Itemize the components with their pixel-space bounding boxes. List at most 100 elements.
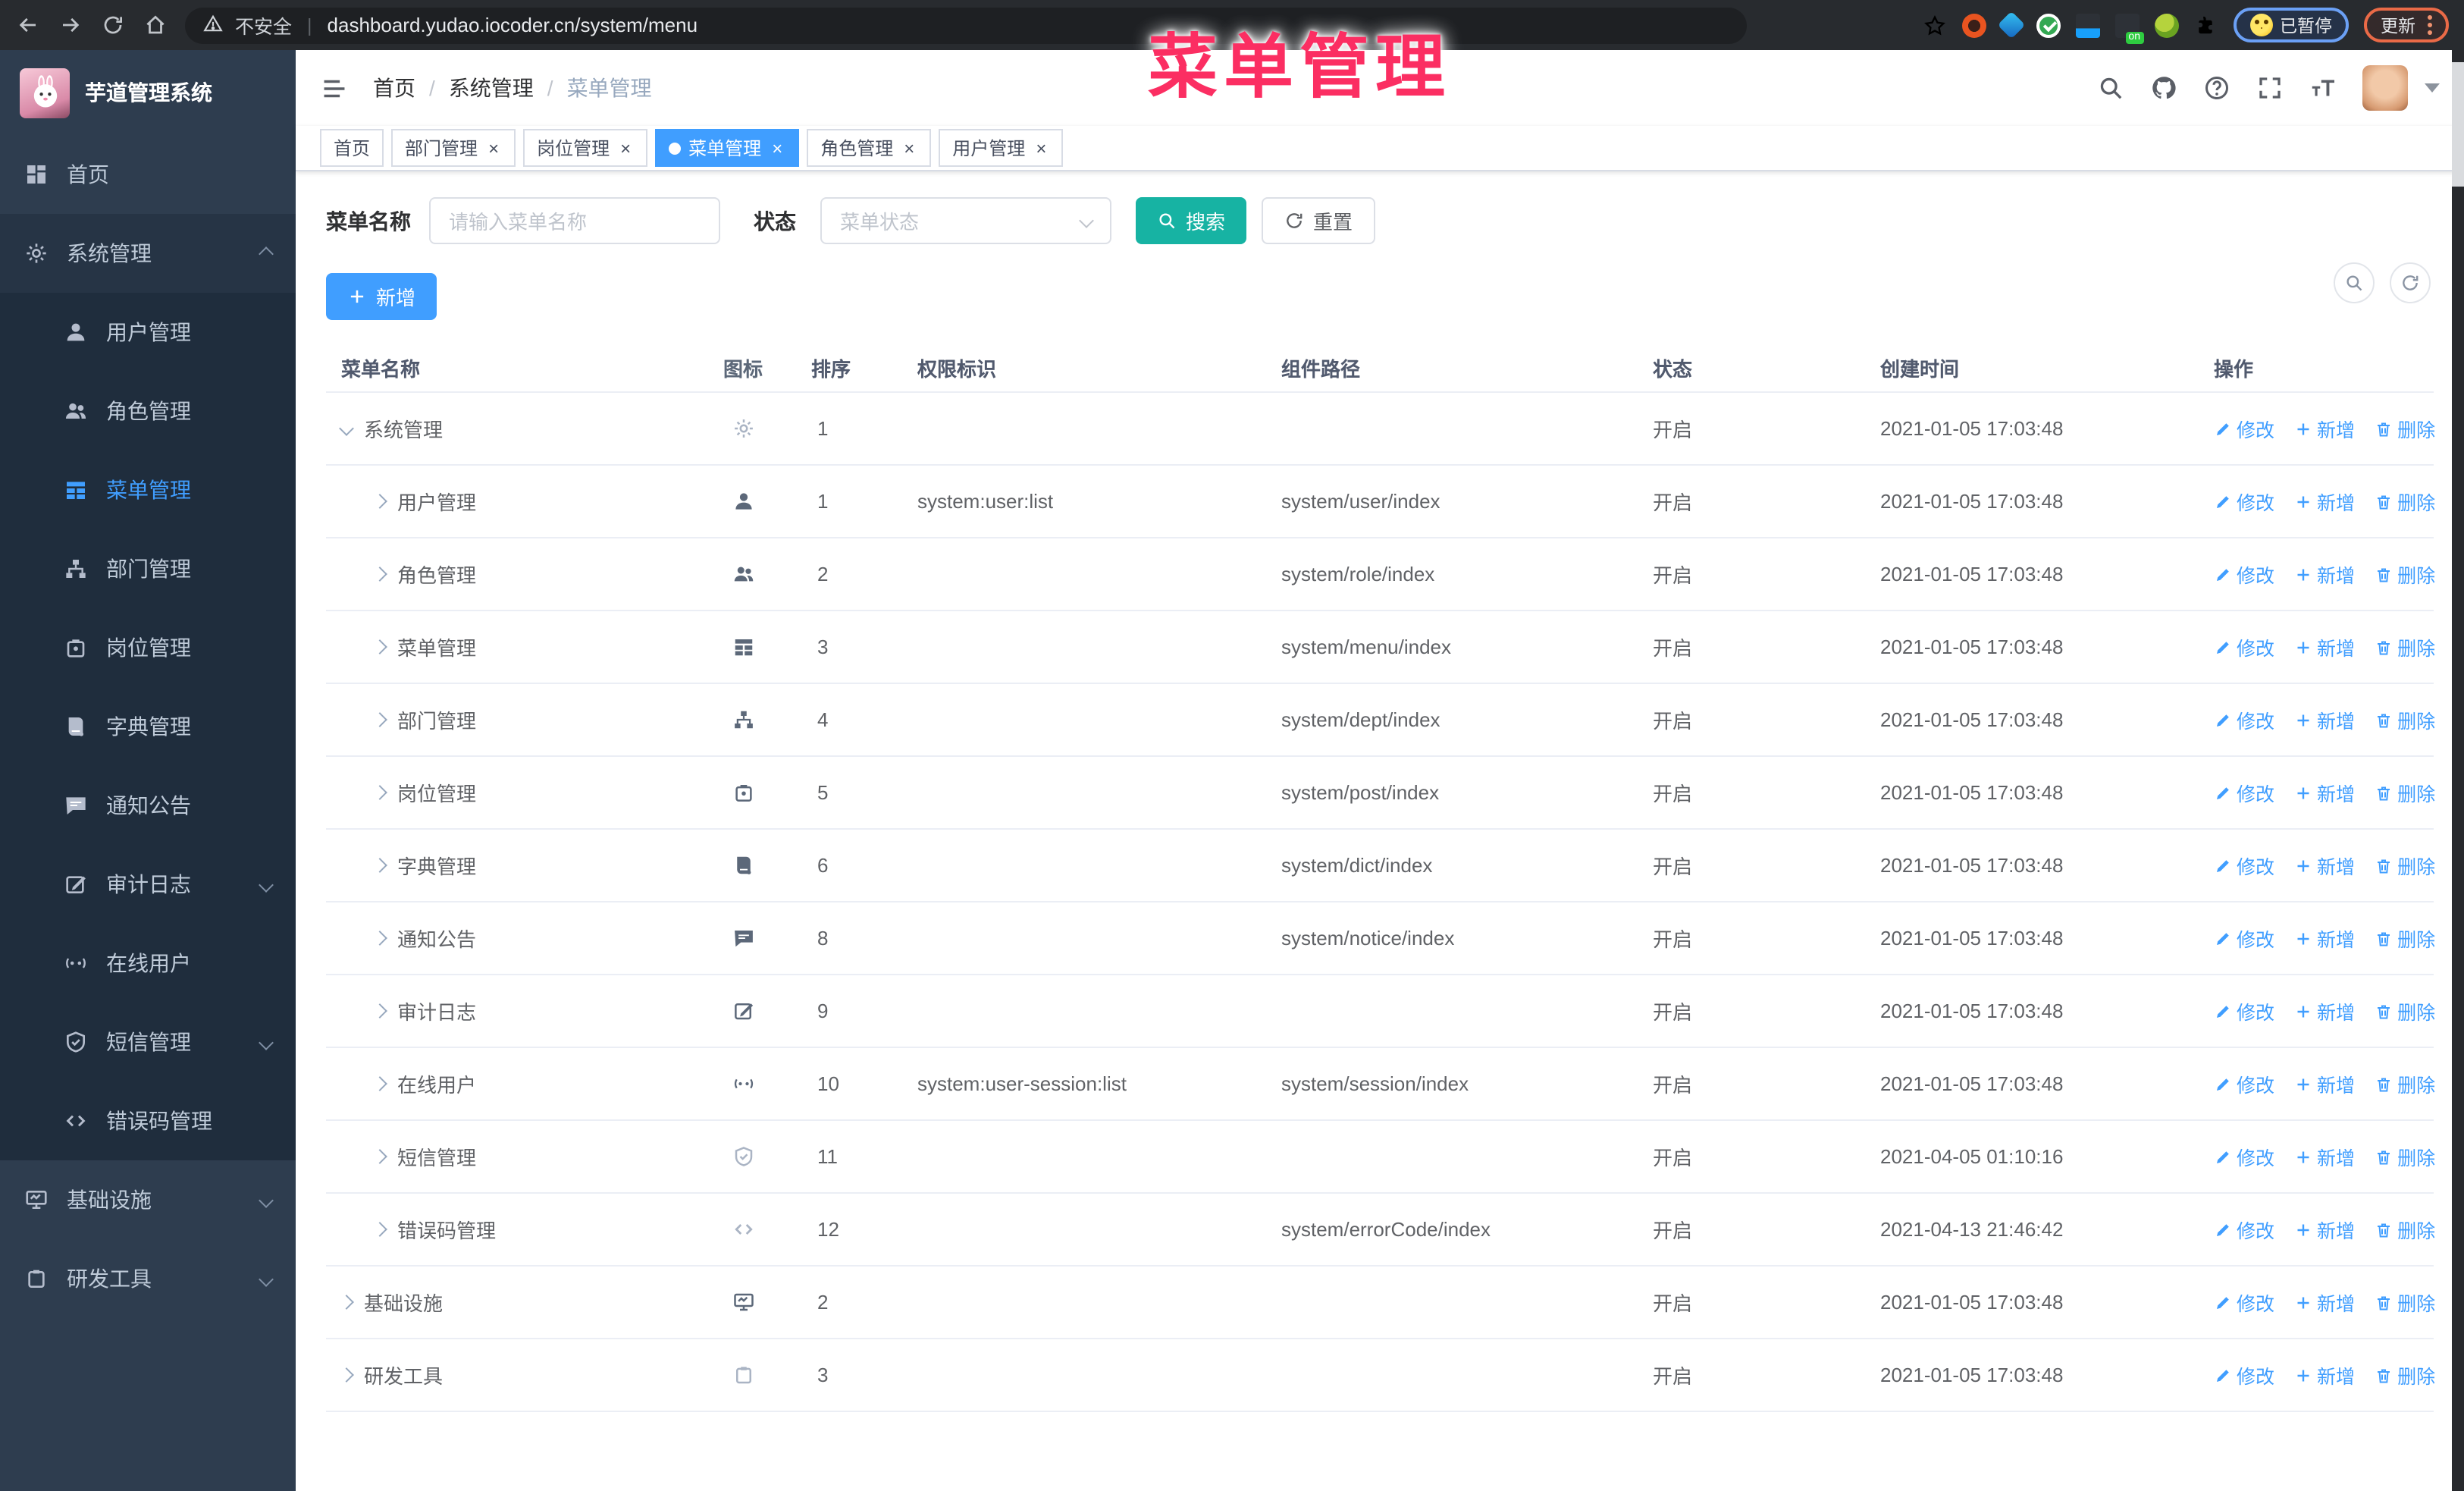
- key-extension-icon[interactable]: [2154, 13, 2178, 37]
- avatar[interactable]: [2362, 65, 2408, 111]
- action-删除[interactable]: 删除: [2375, 1069, 2435, 1098]
- breadcrumb-item[interactable]: 系统管理: [449, 73, 534, 103]
- collapse-row-icon[interactable]: [372, 567, 387, 582]
- action-新增[interactable]: 新增: [2294, 1288, 2355, 1317]
- close-tab-icon[interactable]: ×: [769, 137, 785, 159]
- sidebar-item-menu[interactable]: 菜单管理: [0, 450, 296, 529]
- sidebar-item-dept[interactable]: 部门管理: [0, 529, 296, 608]
- tab-首页[interactable]: 首页: [320, 129, 384, 167]
- action-修改[interactable]: 修改: [2214, 414, 2274, 443]
- back-icon[interactable]: [15, 13, 39, 37]
- action-修改[interactable]: 修改: [2214, 560, 2274, 589]
- sidebar-item-errcode[interactable]: 错误码管理: [0, 1081, 296, 1160]
- hamburger-icon[interactable]: [320, 74, 349, 102]
- forward-icon[interactable]: [58, 13, 82, 37]
- action-新增[interactable]: 新增: [2294, 487, 2355, 516]
- action-删除[interactable]: 删除: [2375, 851, 2435, 880]
- action-修改[interactable]: 修改: [2214, 632, 2274, 661]
- refresh-table-icon[interactable]: [2390, 262, 2431, 303]
- action-修改[interactable]: 修改: [2214, 924, 2274, 953]
- add-button[interactable]: 新增: [326, 273, 437, 320]
- sidebar-item-sms[interactable]: 短信管理: [0, 1003, 296, 1081]
- menu-name-input[interactable]: 请输入菜单名称: [429, 197, 720, 244]
- sidebar-item-system[interactable]: 系统管理: [0, 214, 296, 293]
- action-新增[interactable]: 新增: [2294, 560, 2355, 589]
- scrollbar-thumb[interactable]: [2452, 62, 2464, 187]
- action-新增[interactable]: 新增: [2294, 414, 2355, 443]
- action-修改[interactable]: 修改: [2214, 851, 2274, 880]
- close-tab-icon[interactable]: ×: [485, 137, 502, 159]
- collapse-row-icon[interactable]: [372, 1003, 387, 1019]
- action-新增[interactable]: 新增: [2294, 997, 2355, 1025]
- reset-button[interactable]: 重置: [1262, 197, 1376, 244]
- verified-extension-icon[interactable]: [2036, 13, 2060, 37]
- action-新增[interactable]: 新增: [2294, 851, 2355, 880]
- github-icon[interactable]: [2150, 74, 2177, 102]
- collapse-row-icon[interactable]: [372, 1222, 387, 1237]
- action-新增[interactable]: 新增: [2294, 1142, 2355, 1171]
- sidebar-item-dict[interactable]: 字典管理: [0, 687, 296, 766]
- tab-岗位管理[interactable]: 岗位管理 ×: [523, 129, 648, 167]
- action-修改[interactable]: 修改: [2214, 997, 2274, 1025]
- tab-部门管理[interactable]: 部门管理 ×: [391, 129, 516, 167]
- collapse-row-icon[interactable]: [372, 785, 387, 800]
- action-新增[interactable]: 新增: [2294, 705, 2355, 734]
- sidebar-item-post[interactable]: 岗位管理: [0, 608, 296, 687]
- sidebar-item-user[interactable]: 用户管理: [0, 293, 296, 372]
- profile-paused-badge[interactable]: 已暂停: [2233, 8, 2349, 42]
- search-button[interactable]: 搜索: [1136, 197, 1247, 244]
- action-删除[interactable]: 删除: [2375, 705, 2435, 734]
- bookmark-star-icon[interactable]: [1922, 13, 1946, 37]
- tab-角色管理[interactable]: 角色管理 ×: [807, 129, 932, 167]
- action-删除[interactable]: 删除: [2375, 414, 2435, 443]
- action-修改[interactable]: 修改: [2214, 1361, 2274, 1389]
- expand-row-icon[interactable]: [339, 421, 354, 436]
- grid-extension-icon[interactable]: [2075, 13, 2099, 37]
- action-新增[interactable]: 新增: [2294, 1215, 2355, 1244]
- sidebar-item-online[interactable]: 在线用户: [0, 924, 296, 1003]
- action-修改[interactable]: 修改: [2214, 705, 2274, 734]
- app-logo[interactable]: 芋道管理系统: [0, 50, 296, 135]
- scrollbar[interactable]: [2452, 50, 2464, 1491]
- ubuntu-extension-icon[interactable]: [1961, 13, 1986, 37]
- collapse-row-icon[interactable]: [372, 639, 387, 654]
- font-size-icon[interactable]: [2309, 74, 2337, 102]
- fullscreen-icon[interactable]: [2256, 74, 2284, 102]
- action-删除[interactable]: 删除: [2375, 778, 2435, 807]
- puzzle-extensions-icon[interactable]: [2193, 13, 2218, 37]
- action-新增[interactable]: 新增: [2294, 1069, 2355, 1098]
- action-修改[interactable]: 修改: [2214, 487, 2274, 516]
- collapse-row-icon[interactable]: [372, 931, 387, 946]
- reload-icon[interactable]: [100, 13, 124, 37]
- address-bar[interactable]: 不安全 | dashboard.yudao.iocoder.cn/system/…: [185, 7, 1747, 43]
- toggle-search-icon[interactable]: [2334, 262, 2375, 303]
- action-删除[interactable]: 删除: [2375, 1288, 2435, 1317]
- browser-update-button[interactable]: 更新: [2364, 8, 2449, 42]
- tab-菜单管理[interactable]: 菜单管理 ×: [655, 129, 800, 167]
- action-删除[interactable]: 删除: [2375, 924, 2435, 953]
- sidebar-item-infra[interactable]: 基础设施: [0, 1160, 296, 1239]
- action-修改[interactable]: 修改: [2214, 1142, 2274, 1171]
- collapse-row-icon[interactable]: [372, 1149, 387, 1164]
- gem-extension-icon[interactable]: [1996, 11, 2025, 39]
- collapse-row-icon[interactable]: [372, 1076, 387, 1091]
- action-删除[interactable]: 删除: [2375, 487, 2435, 516]
- status-select[interactable]: 菜单状态: [820, 197, 1111, 244]
- close-tab-icon[interactable]: ×: [1033, 137, 1049, 159]
- breadcrumb-item[interactable]: 首页: [373, 73, 415, 103]
- sidebar-item-devtool[interactable]: 研发工具: [0, 1239, 296, 1318]
- on-badge-extension-icon[interactable]: [2114, 13, 2143, 43]
- sidebar-item-audit[interactable]: 审计日志: [0, 845, 296, 924]
- action-修改[interactable]: 修改: [2214, 1215, 2274, 1244]
- home-icon[interactable]: [143, 13, 167, 37]
- search-icon[interactable]: [2097, 74, 2124, 102]
- collapse-row-icon[interactable]: [339, 1295, 354, 1310]
- action-修改[interactable]: 修改: [2214, 1288, 2274, 1317]
- question-icon[interactable]: [2203, 74, 2230, 102]
- action-删除[interactable]: 删除: [2375, 632, 2435, 661]
- action-修改[interactable]: 修改: [2214, 778, 2274, 807]
- sidebar-item-role[interactable]: 角色管理: [0, 372, 296, 450]
- action-删除[interactable]: 删除: [2375, 1361, 2435, 1389]
- collapse-row-icon[interactable]: [339, 1367, 354, 1383]
- action-修改[interactable]: 修改: [2214, 1069, 2274, 1098]
